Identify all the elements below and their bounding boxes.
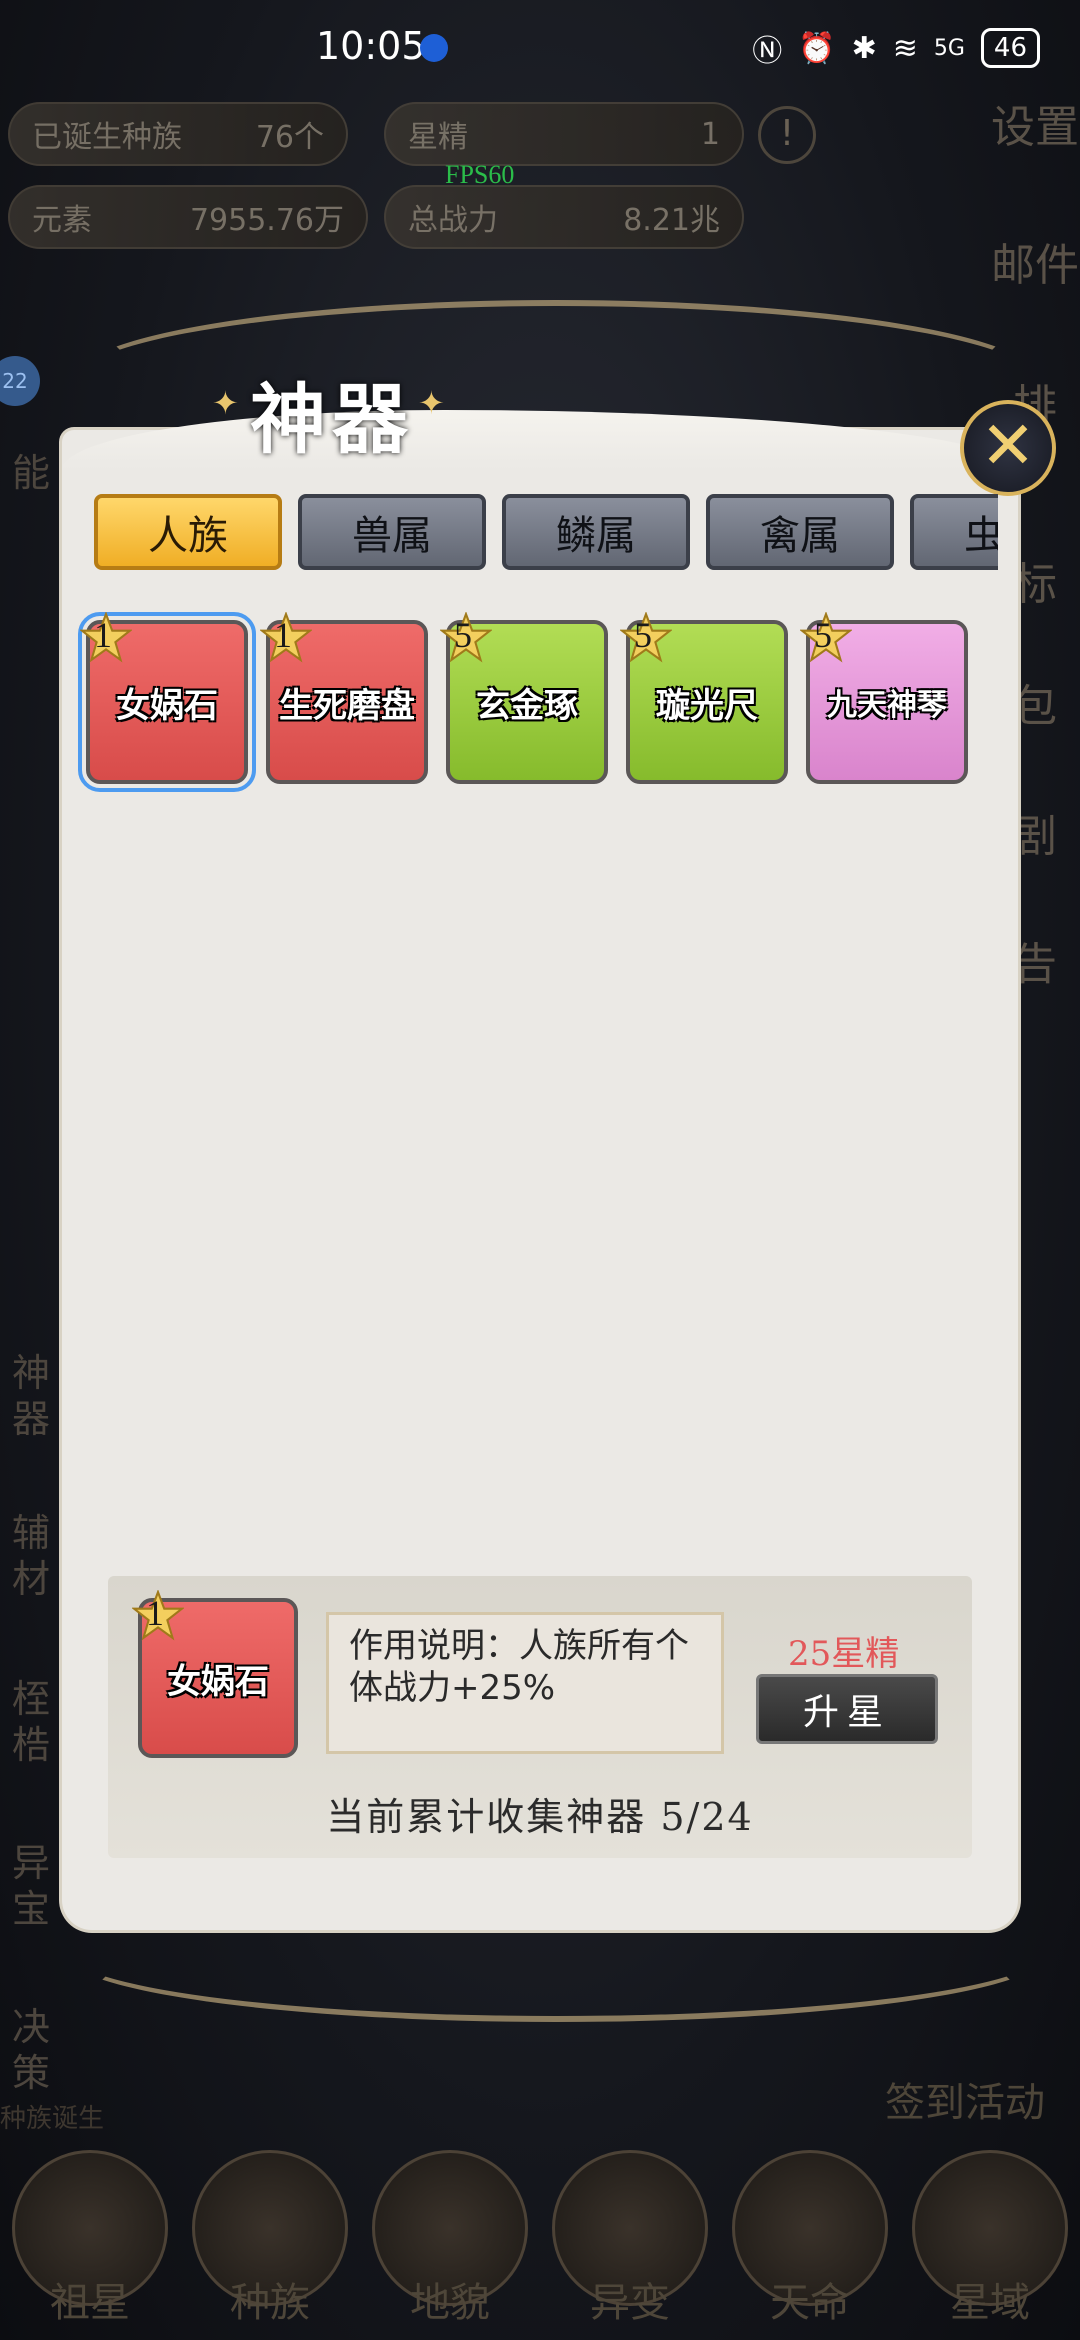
- selected-artifact-name: 女娲石: [167, 1661, 269, 1702]
- tab-scale[interactable]: 鳞属: [502, 494, 690, 570]
- bluetooth-icon: ✱: [851, 30, 877, 66]
- nav-mutation[interactable]: 异变: [545, 2150, 715, 2340]
- alarm-icon: ⏰: [798, 30, 836, 66]
- upgrade-cost: 25星精: [788, 1634, 900, 1674]
- wifi-icon: ≋: [892, 30, 918, 66]
- star-essence-label: 星精: [408, 120, 468, 155]
- artifact-name: 女娲石: [116, 685, 218, 726]
- nav-star-domain[interactable]: 星域: [905, 2150, 1075, 2340]
- artifact-card[interactable]: 女娲石 1: [78, 612, 256, 792]
- nav-label: 地貌: [410, 2280, 490, 2326]
- race-tabs: 人族 兽属 鳞属 禽属 虫: [94, 494, 998, 576]
- artifact-name: 生死磨盘: [279, 685, 415, 726]
- nav-label: 异变: [590, 2280, 670, 2326]
- artifact-name: 璇光尺: [656, 685, 758, 726]
- nav-label: 天命: [770, 2280, 850, 2326]
- tab-human[interactable]: 人族: [94, 494, 282, 570]
- title-ornament-left: ✦: [212, 384, 239, 422]
- tab-insect[interactable]: 虫: [910, 494, 998, 570]
- location-icon: [420, 34, 448, 62]
- title-ornament-right: ✦: [418, 384, 445, 422]
- power-label: 总战力: [408, 203, 498, 238]
- alert-icon[interactable]: !: [758, 106, 816, 164]
- artifact-card[interactable]: 九天神琴 5: [800, 612, 968, 784]
- races-born-box: 已诞生种族 76个: [8, 102, 348, 166]
- artifact-description: 作用说明：人族所有个体战力+25%: [326, 1612, 724, 1754]
- artifact-card[interactable]: 璇光尺 5: [620, 612, 788, 784]
- artifact-grid: 女娲石 1 生死磨盘 1 玄金琢 5 璇光尺 5 九天神琴 5: [78, 612, 968, 792]
- power-value: 8.21兆: [623, 203, 720, 238]
- races-born-label: 已诞生种族: [32, 120, 182, 155]
- close-button[interactable]: ✕: [960, 400, 1056, 496]
- nav-race[interactable]: 种族: [185, 2150, 355, 2340]
- battery-icon: 46: [980, 28, 1040, 68]
- tab-bird[interactable]: 禽属: [706, 494, 894, 570]
- nav-label: 祖星: [50, 2280, 130, 2326]
- bottom-nav: 祖星 种族 地貌 异变 天命 星域: [0, 2150, 1080, 2340]
- star-level: 5: [454, 615, 472, 655]
- collection-progress: 当前累计收集神器 5/24: [326, 1795, 754, 1839]
- side-left-item-shackle[interactable]: 桎梏: [12, 1676, 68, 1768]
- side-left-item-decision[interactable]: 决策: [12, 2004, 68, 2096]
- nav-terrain[interactable]: 地貌: [365, 2150, 535, 2340]
- star-level: 5: [634, 615, 652, 655]
- artifact-name: 玄金琢: [476, 685, 578, 726]
- status-bar: 10:05 Ⓝ ⏰ ✱ ≋ 5G 46: [0, 0, 1080, 96]
- selected-artifact-card: 女娲石 1: [132, 1590, 298, 1758]
- artifact-name: 九天神琴: [827, 688, 947, 723]
- signal-icon: 5G: [933, 35, 965, 61]
- power-box: 总战力 8.21兆: [384, 185, 744, 249]
- element-box: 元素 7955.76万: [8, 185, 368, 249]
- star-essence-box: 星精 1: [384, 102, 744, 166]
- star-level: 1: [146, 1593, 164, 1633]
- element-label: 元素: [32, 203, 92, 238]
- checkin-activity-button[interactable]: 签到活动: [885, 2070, 1045, 2128]
- nav-label: 种族: [230, 2280, 310, 2326]
- races-born-value: 76个: [255, 120, 324, 155]
- clock: 10:05: [316, 24, 426, 68]
- status-icons: Ⓝ ⏰ ✱ ≋ 5G 46: [752, 26, 1040, 70]
- side-left-item-treasure[interactable]: 异宝: [12, 1840, 68, 1932]
- close-icon: ✕: [980, 407, 1036, 484]
- nav-destiny[interactable]: 天命: [725, 2150, 895, 2340]
- mail-button[interactable]: 邮件: [990, 238, 1080, 294]
- upgrade-star-button[interactable]: 升星: [756, 1674, 938, 1744]
- element-value: 7955.76万: [189, 203, 344, 238]
- side-left-item-material[interactable]: 辅材: [12, 1510, 68, 1602]
- dialog-title: 神器: [250, 375, 414, 464]
- artifact-card[interactable]: 玄金琢 5: [440, 612, 608, 784]
- side-left-item-artifact[interactable]: 神器: [12, 1350, 68, 1442]
- settings-button[interactable]: 设置: [990, 100, 1080, 156]
- star-level: 1: [274, 615, 292, 655]
- nfc-icon: Ⓝ: [752, 34, 783, 69]
- star-essence-value: 1: [700, 116, 720, 152]
- artifact-info-panel: 女娲石 1 作用说明：人族所有个体战力+25% 25星精 升星 当前累计收集神器…: [108, 1576, 972, 1858]
- star-level: 1: [94, 615, 112, 655]
- level-badge: 22: [0, 356, 40, 406]
- star-level: 5: [814, 615, 832, 655]
- race-birth-label: 种族诞生: [0, 2104, 105, 2134]
- nav-label: 星域: [950, 2280, 1030, 2326]
- side-left-item-ability[interactable]: 能: [12, 450, 68, 496]
- upgrade-label: 升星: [802, 1692, 891, 1733]
- nav-ancestor-star[interactable]: 祖星: [5, 2150, 175, 2340]
- artifact-card[interactable]: 生死磨盘 1: [260, 612, 428, 784]
- tab-beast[interactable]: 兽属: [298, 494, 486, 570]
